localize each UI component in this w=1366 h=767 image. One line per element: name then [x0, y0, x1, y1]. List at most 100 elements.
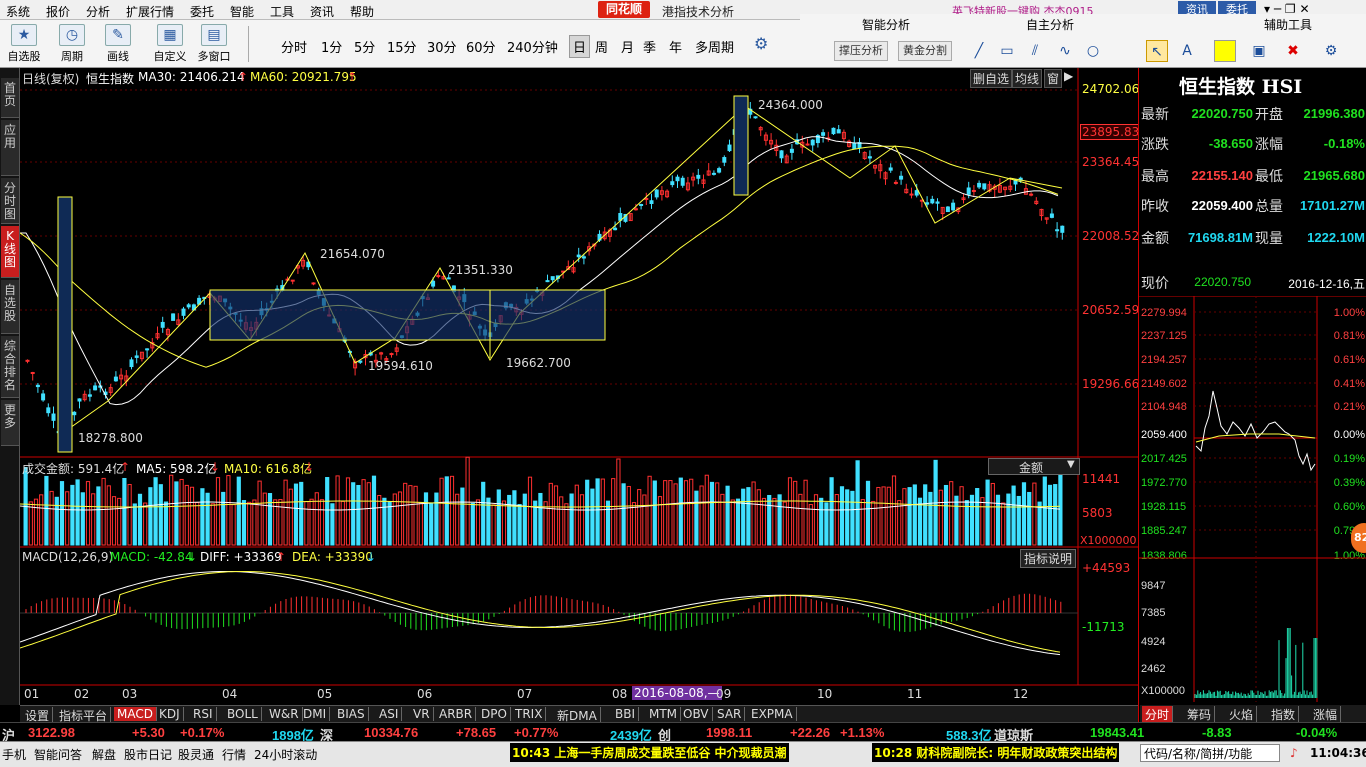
line-tool-icon[interactable]: ╱: [968, 40, 990, 62]
window-button[interactable]: 窗: [1044, 69, 1063, 88]
nav-ranking[interactable]: 综合排名: [1, 336, 19, 398]
menu-analysis[interactable]: 分析: [86, 3, 110, 20]
menu-help[interactable]: 帮助: [350, 3, 374, 20]
period-30min[interactable]: 30分: [427, 37, 457, 56]
nav-kline[interactable]: K线图: [1, 226, 19, 278]
search-input[interactable]: 代码/名称/简拼/功能: [1140, 744, 1280, 762]
status-24h[interactable]: 24小时滚动: [254, 746, 317, 763]
indicator-tab[interactable]: BOLL: [224, 707, 262, 721]
status-stock-helper[interactable]: 股灵通: [178, 746, 214, 763]
indicator-tab[interactable]: TRIX: [512, 707, 547, 721]
period-1min[interactable]: 1分: [321, 37, 342, 56]
candle: [25, 359, 30, 362]
period-multi[interactable]: 多周期: [695, 37, 734, 56]
play-icon[interactable]: ▶: [1064, 69, 1073, 83]
nav-home[interactable]: 首页: [1, 78, 19, 118]
delete-icon[interactable]: ✖: [1282, 40, 1304, 62]
candle: [145, 348, 150, 351]
menu-trade[interactable]: 委托: [190, 3, 214, 20]
status-quote[interactable]: 行情: [222, 746, 246, 763]
ma-button[interactable]: 均线: [1012, 69, 1043, 88]
color-picker-icon[interactable]: [1214, 40, 1236, 62]
rect-tool-icon[interactable]: ▭: [996, 40, 1018, 62]
indicator-tab[interactable]: BBI: [612, 707, 640, 721]
menu-tools[interactable]: 工具: [270, 3, 294, 20]
period-240min[interactable]: 240分钟: [507, 37, 558, 56]
kline-svg[interactable]: [19, 68, 1138, 705]
indicator-tab[interactable]: ASI: [376, 707, 403, 721]
indicator-tab[interactable]: ARBR: [436, 707, 477, 721]
indicator-tab[interactable]: VR: [410, 707, 434, 721]
indicator-tab[interactable]: OBV: [680, 707, 713, 721]
indicator-tab[interactable]: KDJ: [156, 707, 184, 721]
period-60min[interactable]: 60分: [466, 37, 496, 56]
indicator-tab[interactable]: RSI: [190, 707, 217, 721]
period-5min[interactable]: 5分: [354, 37, 375, 56]
gear-icon[interactable]: ⚙: [754, 34, 768, 53]
right-tab[interactable]: 分时: [1142, 706, 1174, 723]
indicator-tab[interactable]: W&R: [266, 707, 303, 721]
custom-button[interactable]: ▦ 自定义: [152, 24, 188, 64]
menu-info[interactable]: 资讯: [310, 3, 334, 20]
text-tool-icon[interactable]: A: [1176, 40, 1198, 62]
right-tab[interactable]: 筹码: [1184, 706, 1216, 723]
indicator-tab[interactable]: BIAS: [334, 707, 369, 721]
save-icon[interactable]: ▣: [1248, 40, 1270, 62]
period-year[interactable]: 年: [669, 37, 682, 56]
circle-tool-icon[interactable]: ○: [1082, 40, 1104, 62]
settings-icon[interactable]: ⚙: [1320, 40, 1342, 62]
menu-system[interactable]: 系统: [6, 3, 30, 20]
indicator-help-button[interactable]: 指标说明: [1020, 549, 1077, 568]
right-tab[interactable]: 涨幅: [1310, 706, 1342, 723]
sz-index[interactable]: 10334.76: [364, 725, 418, 740]
pressure-analysis-button[interactable]: 撑压分析: [834, 41, 888, 61]
mini-timeshare-chart[interactable]: 2279.994 2237.125 2194.257 2149.602 2104.948…: [1139, 296, 1366, 716]
period-timeshare[interactable]: 分时: [281, 37, 307, 56]
floating-badge[interactable]: 82: [1351, 523, 1366, 553]
status-analysis[interactable]: 解盘: [92, 746, 116, 763]
indicator-tab[interactable]: MACD: [114, 707, 157, 721]
remove-watchlist-button[interactable]: 删自选: [970, 69, 1013, 88]
indicator-tab[interactable]: EXPMA: [748, 707, 797, 721]
indicator-tab[interactable]: MTM: [646, 707, 682, 721]
period-week[interactable]: 周: [595, 37, 608, 56]
news-headline[interactable]: 10:43 上海一手房周成交量跌至低谷 中介现裁员潮: [510, 743, 789, 762]
kline-chart-area[interactable]: 日线(复权) 恒生指数 MA30: 21406.214 ↑ MA60: 20921…: [19, 68, 1142, 705]
golden-split-button[interactable]: 黄金分割: [898, 41, 952, 61]
sh-index[interactable]: 3122.98: [28, 725, 75, 740]
nav-more[interactable]: 更多: [1, 400, 19, 446]
period-15min[interactable]: 15分: [387, 37, 417, 56]
indicator-tab[interactable]: DPO: [478, 707, 511, 721]
nav-timeshare[interactable]: 分时图: [1, 178, 19, 224]
menu-ext-quote[interactable]: 扩展行情: [126, 3, 174, 20]
nav-apps[interactable]: 应用: [1, 120, 19, 176]
news-headline[interactable]: 10:28 财科院副院长: 明年财政政策突出结构: [872, 743, 1120, 762]
multi-window-button[interactable]: ▤ 多窗口: [196, 24, 232, 64]
chevron-down-icon[interactable]: ▼: [1067, 459, 1075, 470]
right-tab[interactable]: 火焰: [1226, 706, 1258, 723]
status-qa[interactable]: 智能问答: [34, 746, 82, 763]
menu-quote[interactable]: 报价: [46, 3, 70, 20]
wave-tool-icon[interactable]: ∿: [1054, 40, 1076, 62]
month-label: 12: [1013, 687, 1029, 701]
menu-smart[interactable]: 智能: [230, 3, 254, 20]
cursor-icon[interactable]: ↖: [1146, 40, 1168, 62]
channel-tool-icon[interactable]: ⫽: [1024, 40, 1046, 62]
indicator-tab[interactable]: DMI: [300, 707, 331, 721]
right-tab[interactable]: 指数: [1268, 706, 1300, 723]
volume-bar: [741, 488, 746, 546]
cy-index[interactable]: 1998.11: [706, 725, 752, 740]
draw-line-button[interactable]: ✎ 画线: [100, 24, 136, 64]
period-day[interactable]: 日: [569, 35, 591, 58]
watchlist-button[interactable]: ★ 自选股: [6, 24, 42, 64]
period-month[interactable]: 月: [621, 37, 634, 56]
period-button[interactable]: ◷ 周期: [54, 24, 90, 64]
indicator-tab[interactable]: SAR: [714, 707, 746, 721]
status-mobile[interactable]: 手机: [2, 746, 26, 763]
nav-watchlist[interactable]: 自选股: [1, 280, 19, 334]
period-quarter[interactable]: 季: [643, 37, 656, 56]
status-diary[interactable]: 股市日记: [124, 746, 172, 763]
volume-bar: [527, 476, 533, 546]
dj-index[interactable]: 19843.41: [1090, 725, 1144, 740]
bell-icon[interactable]: ♪: [1290, 746, 1298, 760]
